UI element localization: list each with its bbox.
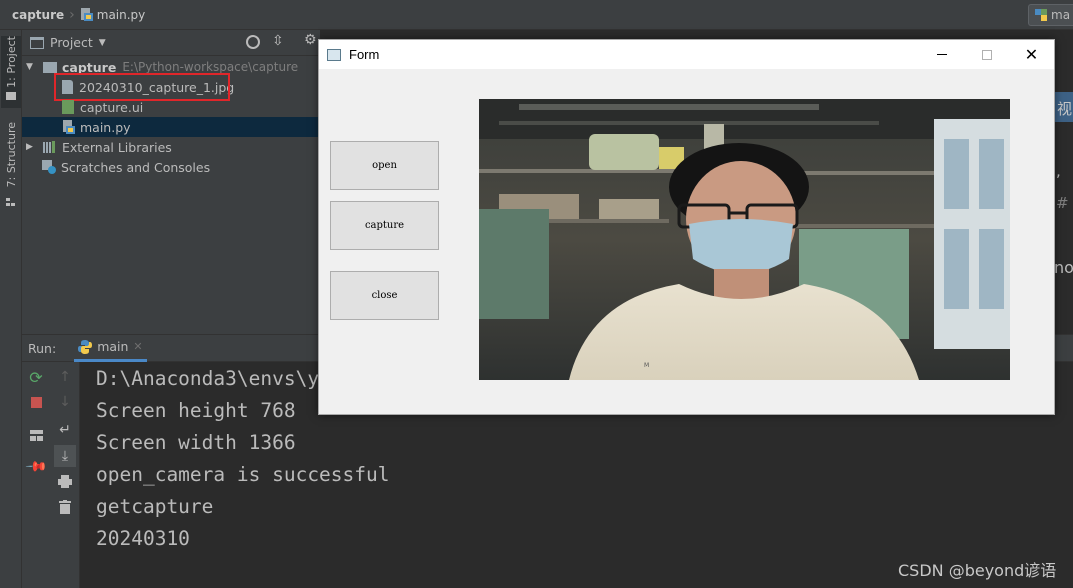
ui-file-icon <box>62 100 74 114</box>
structure-tool-tab-label: 7: Structure <box>4 122 18 188</box>
python-file-icon <box>62 120 75 134</box>
locate-icon[interactable] <box>246 35 260 49</box>
console-line: Screen height 768 <box>96 399 296 422</box>
run-config-label: ma <box>1051 8 1071 22</box>
editor-edge-text: , <box>1056 162 1061 180</box>
form-window: Form ✕ open capture close M <box>318 39 1055 415</box>
chevron-down-icon[interactable]: ▼ <box>99 38 106 48</box>
stop-icon[interactable] <box>27 393 45 411</box>
form-app-icon <box>327 48 341 61</box>
console-line: Screen width 1366 <box>96 431 296 454</box>
breadcrumb-file[interactable]: main.py <box>97 8 146 22</box>
console-line: open_camera is successful <box>96 463 390 486</box>
project-panel-header: Project ▼ ⇳ ⚙ <box>22 30 320 56</box>
camera-frame-image: M <box>479 99 1010 380</box>
form-title: Form <box>349 47 380 62</box>
watermark: CSDN @beyond谚语 <box>898 561 1057 580</box>
library-icon <box>43 141 57 153</box>
tree-row-ui-file[interactable]: capture.ui <box>22 97 320 117</box>
run-toolbar-secondary: ↑ ↓ ↵ ⤓ <box>50 362 80 588</box>
expand-arrow-icon[interactable]: ▼ <box>26 62 40 72</box>
structure-tool-tab[interactable]: 7: Structure <box>1 122 21 207</box>
tree-row-main-py[interactable]: main.py <box>22 117 320 137</box>
main-py-name: main.py <box>80 119 131 135</box>
minimize-icon <box>936 54 947 55</box>
structure-icon <box>6 191 16 207</box>
scratches-label: Scratches and Consoles <box>61 159 211 175</box>
console-line: getcapture <box>96 495 214 518</box>
project-root-path: E:\Python-workspace\capture <box>122 60 299 74</box>
tool-window-strip: 1: Project 7: Structure <box>0 30 22 334</box>
collapse-all-icon[interactable]: ⇳ <box>272 33 284 49</box>
folder-icon <box>6 91 16 100</box>
open-button[interactable]: open <box>330 141 439 190</box>
tree-row-scratches[interactable]: Scratches and Consoles <box>22 157 320 177</box>
print-icon[interactable] <box>56 472 74 490</box>
editor-edge-text: 视 <box>1057 100 1073 118</box>
external-libraries-label: External Libraries <box>62 139 172 155</box>
breadcrumb-project[interactable]: capture <box>12 8 64 22</box>
editor-edge-text: # <box>1056 194 1069 212</box>
navigation-bar: capture › main.py ma <box>0 0 1073 30</box>
gear-icon[interactable]: ⚙ <box>304 32 317 48</box>
close-button[interactable]: close <box>330 271 439 320</box>
close-window-button[interactable]: ✕ <box>1009 40 1054 69</box>
console-line: D:\Anaconda3\envs\y <box>96 367 320 390</box>
breadcrumb: capture › main.py <box>12 7 145 23</box>
run-label: Run: <box>28 340 57 356</box>
pin-icon[interactable]: 📌 <box>23 454 48 479</box>
minimize-button[interactable] <box>919 40 964 69</box>
run-tab-label: main <box>97 339 129 354</box>
close-icon[interactable]: ✕ <box>133 340 142 353</box>
expand-arrow-icon[interactable]: ▶ <box>26 142 40 152</box>
run-toolbar-primary: ⟳ 📌 <box>22 362 50 588</box>
capture-button[interactable]: capture <box>330 201 439 250</box>
rerun-icon[interactable]: ⟳ <box>27 368 45 387</box>
project-view-selector[interactable]: Project <box>50 35 93 50</box>
scratches-icon <box>42 160 56 174</box>
scroll-to-end-icon[interactable]: ⤓ <box>54 445 76 467</box>
run-config-tab[interactable]: ma <box>1028 4 1073 26</box>
ui-file-name: capture.ui <box>80 99 144 115</box>
project-tool-tab[interactable]: 1: Project <box>1 36 21 108</box>
editor-edge: 视 , # no <box>1054 30 1073 334</box>
layout-icon[interactable] <box>27 426 45 444</box>
maximize-icon <box>981 49 992 60</box>
project-tool-tab-label: 1: Project <box>4 36 18 88</box>
arrow-up-icon[interactable]: ↑ <box>56 368 74 386</box>
folder-icon <box>43 61 57 73</box>
project-panel: Project ▼ ⇳ ⚙ ▼ capture E:\Python-worksp… <box>22 30 320 334</box>
console-line: 20240310 <box>96 527 190 550</box>
form-titlebar[interactable]: Form ✕ <box>319 40 1054 69</box>
project-view-icon <box>30 36 44 49</box>
python-icon <box>78 339 93 354</box>
camera-preview: M <box>479 99 1010 380</box>
python-config-icon <box>1035 9 1047 21</box>
arrow-down-icon[interactable]: ↓ <box>56 393 74 411</box>
tree-row-external-libraries[interactable]: ▶ External Libraries <box>22 137 320 157</box>
run-tab-main[interactable]: main ✕ <box>74 335 147 362</box>
trash-icon[interactable] <box>56 498 74 516</box>
maximize-button[interactable] <box>964 40 1009 69</box>
close-icon: ✕ <box>1024 46 1039 64</box>
python-file-icon <box>80 8 93 21</box>
soft-wrap-icon[interactable]: ↵ <box>56 421 74 439</box>
tool-window-strip-bottom <box>0 334 22 588</box>
breadcrumb-separator: › <box>69 6 75 23</box>
shirt-print: M <box>644 362 649 369</box>
editor-edge-text: no <box>1054 258 1073 277</box>
